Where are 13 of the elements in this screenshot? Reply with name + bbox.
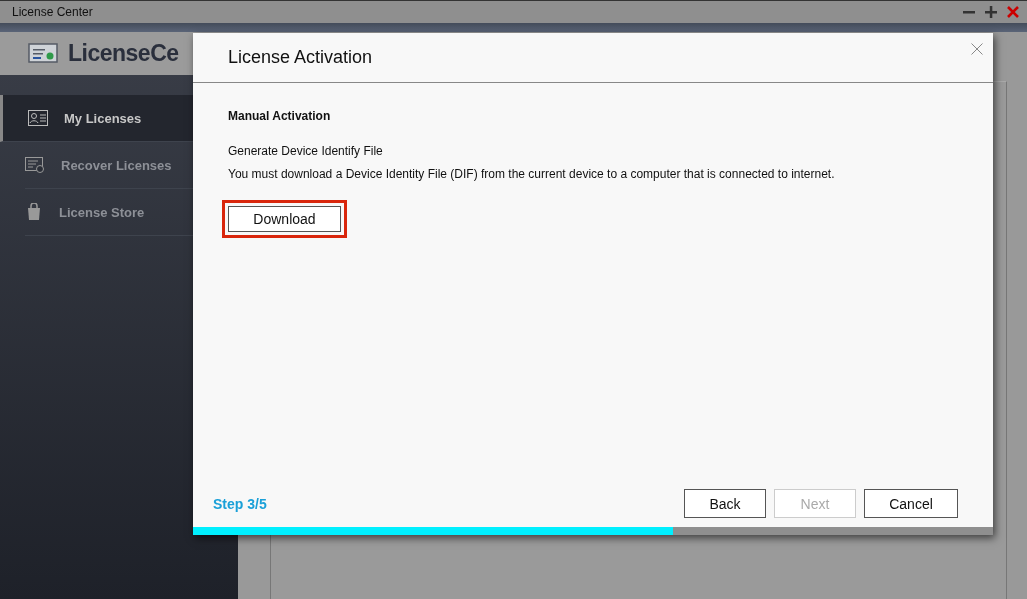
certificate-icon	[28, 42, 58, 65]
certificate-refresh-icon	[25, 157, 45, 173]
step-indicator: Step 3/5	[213, 496, 267, 512]
id-card-icon	[28, 110, 48, 126]
dialog-title: License Activation	[228, 47, 373, 68]
maximize-icon[interactable]	[985, 6, 997, 18]
close-icon[interactable]	[971, 43, 983, 55]
app-logo-text: LicenseCe	[68, 40, 179, 67]
shopping-bag-icon	[25, 203, 43, 221]
dialog-button[interactable]: Back	[684, 489, 766, 518]
download-button[interactable]: Download	[228, 206, 341, 232]
window-title: License Center	[12, 5, 93, 19]
dialog-button[interactable]: Cancel	[864, 489, 958, 518]
